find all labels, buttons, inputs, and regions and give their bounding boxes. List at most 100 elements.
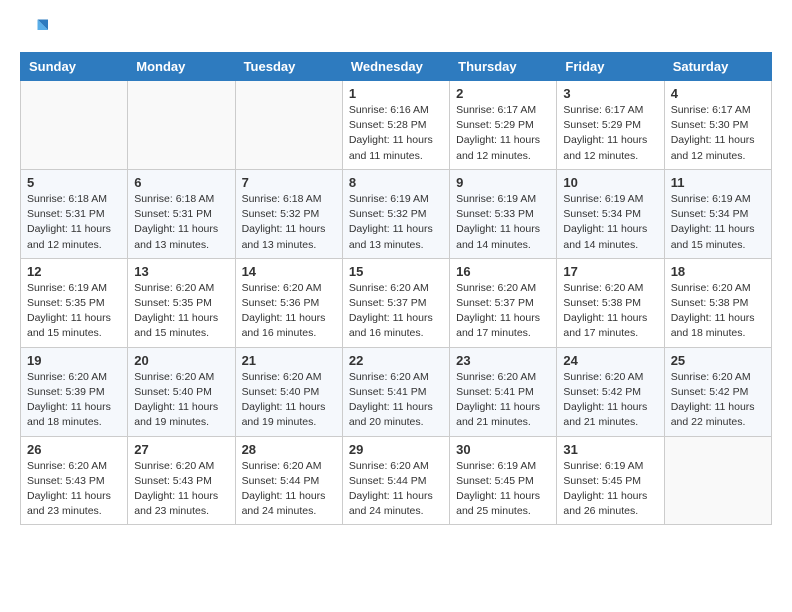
cell-details: Sunrise: 6:17 AMSunset: 5:29 PMDaylight:… xyxy=(456,103,550,164)
calendar-cell: 20Sunrise: 6:20 AMSunset: 5:40 PMDayligh… xyxy=(128,347,235,436)
cell-details: Sunrise: 6:20 AMSunset: 5:38 PMDaylight:… xyxy=(563,281,657,342)
cell-details: Sunrise: 6:19 AMSunset: 5:34 PMDaylight:… xyxy=(671,192,765,253)
cell-details: Sunrise: 6:20 AMSunset: 5:38 PMDaylight:… xyxy=(671,281,765,342)
calendar-week-1: 1 Sunrise: 6:16 AMSunset: 5:28 PMDaylight… xyxy=(21,81,772,170)
calendar-cell: 1 Sunrise: 6:16 AMSunset: 5:28 PMDaylight… xyxy=(342,81,449,170)
calendar-cell xyxy=(664,436,771,525)
weekday-header-friday: Friday xyxy=(557,53,664,81)
calendar-cell: 18 Sunrise: 6:20 AMSunset: 5:38 PMDayligh… xyxy=(664,258,771,347)
cell-details: Sunrise: 6:20 AMSunset: 5:36 PMDaylight:… xyxy=(242,281,336,342)
day-number: 6 xyxy=(134,175,228,190)
calendar-cell: 11 Sunrise: 6:19 AMSunset: 5:34 PMDayligh… xyxy=(664,169,771,258)
calendar-cell: 14 Sunrise: 6:20 AMSunset: 5:36 PMDayligh… xyxy=(235,258,342,347)
day-number: 25 xyxy=(671,353,765,368)
day-number: 3 xyxy=(563,86,657,101)
calendar-cell: 26 Sunrise: 6:20 AMSunset: 5:43 PMDayligh… xyxy=(21,436,128,525)
calendar-cell: 27 Sunrise: 6:20 AMSunset: 5:43 PMDayligh… xyxy=(128,436,235,525)
weekday-header-saturday: Saturday xyxy=(664,53,771,81)
day-number: 7 xyxy=(242,175,336,190)
day-number: 1 xyxy=(349,86,443,101)
day-number: 2 xyxy=(456,86,550,101)
calendar-cell: 25 Sunrise: 6:20 AMSunset: 5:42 PMDayligh… xyxy=(664,347,771,436)
calendar-cell: 5 Sunrise: 6:18 AMSunset: 5:31 PMDaylight… xyxy=(21,169,128,258)
cell-details: Sunrise: 6:20 AMSunset: 5:41 PMDaylight:… xyxy=(349,370,443,431)
day-number: 16 xyxy=(456,264,550,279)
calendar-cell: 9Sunrise: 6:19 AMSunset: 5:33 PMDaylight… xyxy=(450,169,557,258)
cell-details: Sunrise: 6:20 AMSunset: 5:37 PMDaylight:… xyxy=(349,281,443,342)
weekday-header-thursday: Thursday xyxy=(450,53,557,81)
day-number: 15 xyxy=(349,264,443,279)
calendar-cell: 10 Sunrise: 6:19 AMSunset: 5:34 PMDayligh… xyxy=(557,169,664,258)
calendar-cell: 30 Sunrise: 6:19 AMSunset: 5:45 PMDayligh… xyxy=(450,436,557,525)
day-number: 18 xyxy=(671,264,765,279)
calendar-cell: 21 Sunrise: 6:20 AMSunset: 5:40 PMDayligh… xyxy=(235,347,342,436)
cell-details: Sunrise: 6:20 AMSunset: 5:37 PMDaylight:… xyxy=(456,281,550,342)
day-number: 23 xyxy=(456,353,550,368)
day-number: 10 xyxy=(563,175,657,190)
cell-details: Sunrise: 6:19 AMSunset: 5:34 PMDaylight:… xyxy=(563,192,657,253)
cell-details: Sunrise: 6:19 AMSunset: 5:35 PMDaylight:… xyxy=(27,281,121,342)
calendar-cell: 24Sunrise: 6:20 AMSunset: 5:42 PMDayligh… xyxy=(557,347,664,436)
day-number: 29 xyxy=(349,442,443,457)
cell-details: Sunrise: 6:16 AMSunset: 5:28 PMDaylight:… xyxy=(349,103,443,164)
cell-details: Sunrise: 6:20 AMSunset: 5:39 PMDaylight:… xyxy=(27,370,121,431)
calendar-cell: 3 Sunrise: 6:17 AMSunset: 5:29 PMDaylight… xyxy=(557,81,664,170)
calendar-cell xyxy=(21,81,128,170)
calendar-week-5: 26 Sunrise: 6:20 AMSunset: 5:43 PMDayligh… xyxy=(21,436,772,525)
calendar-cell: 7 Sunrise: 6:18 AMSunset: 5:32 PMDaylight… xyxy=(235,169,342,258)
cell-details: Sunrise: 6:17 AMSunset: 5:30 PMDaylight:… xyxy=(671,103,765,164)
day-number: 19 xyxy=(27,353,121,368)
weekday-header-monday: Monday xyxy=(128,53,235,81)
cell-details: Sunrise: 6:18 AMSunset: 5:31 PMDaylight:… xyxy=(27,192,121,253)
calendar-cell: 6 Sunrise: 6:18 AMSunset: 5:31 PMDaylight… xyxy=(128,169,235,258)
cell-details: Sunrise: 6:20 AMSunset: 5:44 PMDaylight:… xyxy=(349,459,443,520)
day-number: 11 xyxy=(671,175,765,190)
day-number: 26 xyxy=(27,442,121,457)
day-number: 13 xyxy=(134,264,228,279)
cell-details: Sunrise: 6:20 AMSunset: 5:42 PMDaylight:… xyxy=(671,370,765,431)
cell-details: Sunrise: 6:19 AMSunset: 5:32 PMDaylight:… xyxy=(349,192,443,253)
weekday-header-row: SundayMondayTuesdayWednesdayThursdayFrid… xyxy=(21,53,772,81)
weekday-header-sunday: Sunday xyxy=(21,53,128,81)
day-number: 30 xyxy=(456,442,550,457)
day-number: 17 xyxy=(563,264,657,279)
cell-details: Sunrise: 6:18 AMSunset: 5:32 PMDaylight:… xyxy=(242,192,336,253)
calendar-cell: 13 Sunrise: 6:20 AMSunset: 5:35 PMDayligh… xyxy=(128,258,235,347)
day-number: 31 xyxy=(563,442,657,457)
cell-details: Sunrise: 6:20 AMSunset: 5:35 PMDaylight:… xyxy=(134,281,228,342)
day-number: 27 xyxy=(134,442,228,457)
cell-details: Sunrise: 6:17 AMSunset: 5:29 PMDaylight:… xyxy=(563,103,657,164)
calendar-cell: 29 Sunrise: 6:20 AMSunset: 5:44 PMDayligh… xyxy=(342,436,449,525)
calendar-week-2: 5 Sunrise: 6:18 AMSunset: 5:31 PMDaylight… xyxy=(21,169,772,258)
day-number: 5 xyxy=(27,175,121,190)
day-number: 22 xyxy=(349,353,443,368)
logo-icon xyxy=(20,16,48,44)
page-header xyxy=(20,16,772,44)
day-number: 14 xyxy=(242,264,336,279)
calendar-cell: 28 Sunrise: 6:20 AMSunset: 5:44 PMDayligh… xyxy=(235,436,342,525)
day-number: 28 xyxy=(242,442,336,457)
calendar-cell: 22 Sunrise: 6:20 AMSunset: 5:41 PMDayligh… xyxy=(342,347,449,436)
cell-details: Sunrise: 6:19 AMSunset: 5:33 PMDaylight:… xyxy=(456,192,550,253)
calendar-cell: 12 Sunrise: 6:19 AMSunset: 5:35 PMDayligh… xyxy=(21,258,128,347)
cell-details: Sunrise: 6:19 AMSunset: 5:45 PMDaylight:… xyxy=(456,459,550,520)
cell-details: Sunrise: 6:20 AMSunset: 5:43 PMDaylight:… xyxy=(27,459,121,520)
cell-details: Sunrise: 6:20 AMSunset: 5:40 PMDaylight:… xyxy=(242,370,336,431)
calendar-cell xyxy=(128,81,235,170)
cell-details: Sunrise: 6:18 AMSunset: 5:31 PMDaylight:… xyxy=(134,192,228,253)
calendar-cell: 23 Sunrise: 6:20 AMSunset: 5:41 PMDayligh… xyxy=(450,347,557,436)
cell-details: Sunrise: 6:20 AMSunset: 5:41 PMDaylight:… xyxy=(456,370,550,431)
calendar-cell: 2 Sunrise: 6:17 AMSunset: 5:29 PMDaylight… xyxy=(450,81,557,170)
weekday-header-tuesday: Tuesday xyxy=(235,53,342,81)
calendar-cell: 31 Sunrise: 6:19 AMSunset: 5:45 PMDayligh… xyxy=(557,436,664,525)
day-number: 21 xyxy=(242,353,336,368)
weekday-header-wednesday: Wednesday xyxy=(342,53,449,81)
cell-details: Sunrise: 6:19 AMSunset: 5:45 PMDaylight:… xyxy=(563,459,657,520)
calendar-cell: 19 Sunrise: 6:20 AMSunset: 5:39 PMDayligh… xyxy=(21,347,128,436)
day-number: 12 xyxy=(27,264,121,279)
cell-details: Sunrise: 6:20 AMSunset: 5:44 PMDaylight:… xyxy=(242,459,336,520)
calendar-week-4: 19 Sunrise: 6:20 AMSunset: 5:39 PMDayligh… xyxy=(21,347,772,436)
calendar-cell: 16 Sunrise: 6:20 AMSunset: 5:37 PMDayligh… xyxy=(450,258,557,347)
cell-details: Sunrise: 6:20 AMSunset: 5:43 PMDaylight:… xyxy=(134,459,228,520)
calendar-week-3: 12 Sunrise: 6:19 AMSunset: 5:35 PMDayligh… xyxy=(21,258,772,347)
